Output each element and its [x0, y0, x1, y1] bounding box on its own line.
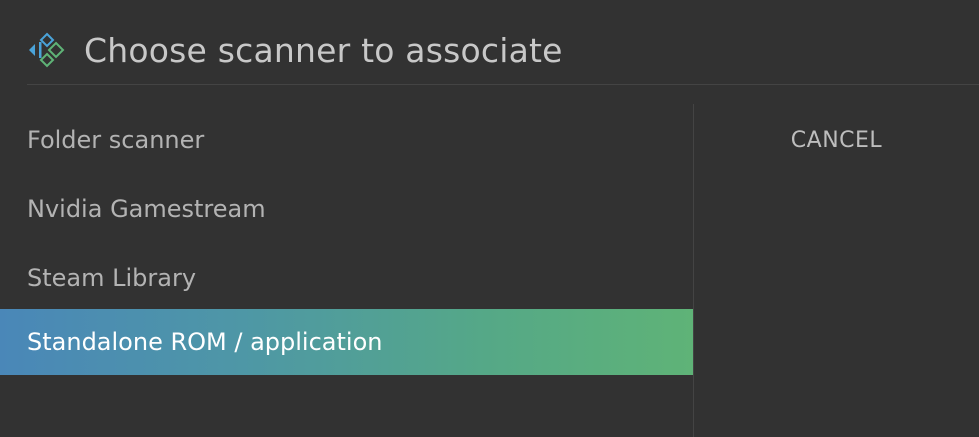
scanner-item-label: Standalone ROM / application	[27, 328, 383, 356]
cancel-button-label: CANCEL	[790, 127, 883, 153]
scanner-item-label: Folder scanner	[27, 125, 205, 154]
scanner-dialog: Choose scanner to associate Folder scann…	[0, 0, 979, 437]
scanner-item-folder[interactable]: Folder scanner	[0, 105, 693, 174]
kodi-logo-icon	[27, 28, 71, 72]
header-divider	[27, 84, 979, 85]
scanner-item-label: Nvidia Gamestream	[27, 194, 266, 223]
scanner-item-label: Steam Library	[27, 263, 197, 292]
scanner-item-nvidia-gamestream[interactable]: Nvidia Gamestream	[0, 174, 693, 243]
cancel-button[interactable]: CANCEL	[694, 118, 979, 162]
dialog-header: Choose scanner to associate	[27, 22, 563, 78]
scanner-item-standalone-rom[interactable]: Standalone ROM / application	[0, 309, 693, 375]
dialog-title: Choose scanner to associate	[84, 30, 563, 70]
scanner-list: Folder scanner Nvidia Gamestream Steam L…	[0, 105, 693, 375]
scanner-item-steam-library[interactable]: Steam Library	[0, 243, 693, 312]
